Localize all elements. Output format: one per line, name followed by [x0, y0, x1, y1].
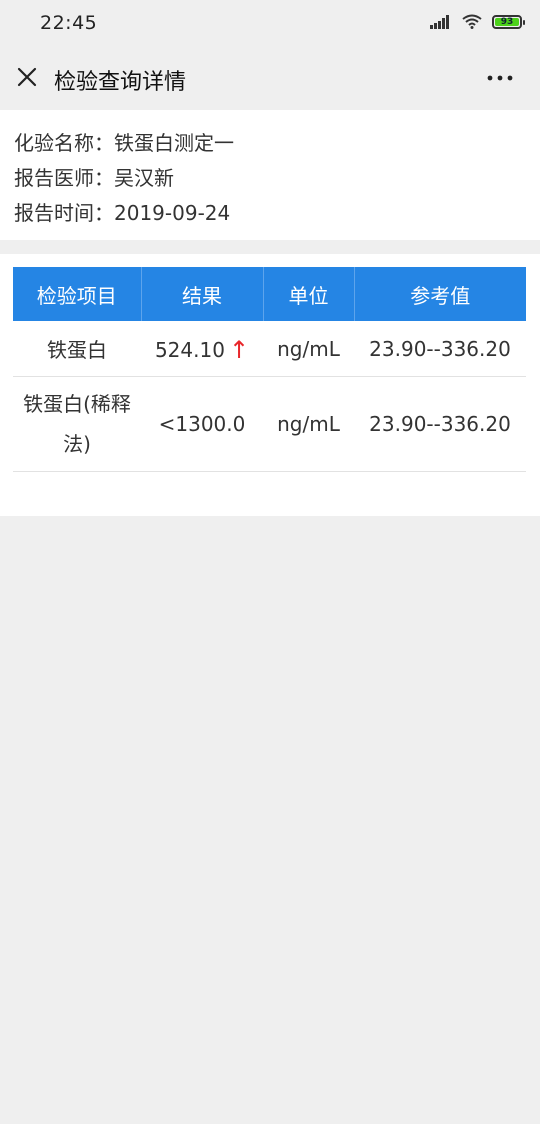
abnormal-high-icon: ↑ [228, 335, 250, 364]
header-reference: 参考值 [353, 267, 526, 321]
report-info-card: 化验名称：铁蛋白测定一 报告医师：吴汉新 报告时间：2019-09-24 [0, 110, 540, 240]
test-name-value: 铁蛋白测定一 [114, 131, 234, 155]
result-value: 524.10 [154, 337, 225, 362]
report-time-value: 2019-09-24 [114, 201, 231, 225]
header-item: 检验项目 [13, 267, 141, 321]
battery-icon: 93 [492, 14, 525, 29]
doctor-value: 吴汉新 [114, 166, 174, 190]
reference-cell: 23.90--336.20 [354, 376, 526, 472]
doctor-row: 报告医师：吴汉新 [14, 162, 174, 191]
page-title: 检验查询详情 [54, 70, 187, 95]
signal-icon [430, 14, 449, 29]
nav-bar: 检验查询详情 [0, 48, 540, 108]
test-name-row: 化验名称：铁蛋白测定一 [14, 127, 234, 156]
result-table-card: 检验项目 结果 单位 参考值 铁蛋白 524.10 ↑ ng/mL 23.90--… [0, 254, 540, 516]
reference-cell: 23.90--336.20 [354, 321, 526, 377]
table-header-row: 检验项目 结果 单位 参考值 [13, 267, 526, 321]
result-table: 检验项目 结果 单位 参考值 铁蛋白 524.10 ↑ ng/mL 23.90--… [13, 267, 526, 472]
report-time-row: 报告时间：2019-09-24 [14, 197, 230, 226]
unit-cell: ng/mL [263, 376, 354, 472]
status-icons: 93 [430, 14, 525, 29]
test-name-label: 化验名称： [14, 131, 114, 155]
more-button[interactable] [480, 63, 520, 93]
item-cell: 铁蛋白 [13, 321, 141, 377]
status-time: 22:45 [40, 12, 98, 34]
doctor-label: 报告医师： [14, 166, 114, 190]
header-result: 结果 [140, 267, 263, 321]
item-cell: 铁蛋白(稀释法) [13, 376, 141, 472]
table-row: 铁蛋白 524.10 ↑ ng/mL 23.90--336.20 [13, 321, 526, 377]
more-icon [487, 75, 513, 81]
table-row: 铁蛋白(稀释法) <1300.0 ng/mL 23.90--336.20 [13, 376, 526, 472]
battery-level: 93 [495, 17, 519, 26]
result-cell: 524.10 ↑ [141, 321, 263, 377]
report-time-label: 报告时间： [14, 201, 114, 225]
unit-cell: ng/mL [263, 321, 354, 377]
wifi-icon [462, 14, 482, 29]
status-bar: 22:45 93 [0, 0, 540, 48]
header-unit: 单位 [262, 267, 354, 321]
result-cell: <1300.0 [141, 376, 263, 472]
close-icon [17, 67, 37, 87]
close-button[interactable] [12, 62, 42, 92]
